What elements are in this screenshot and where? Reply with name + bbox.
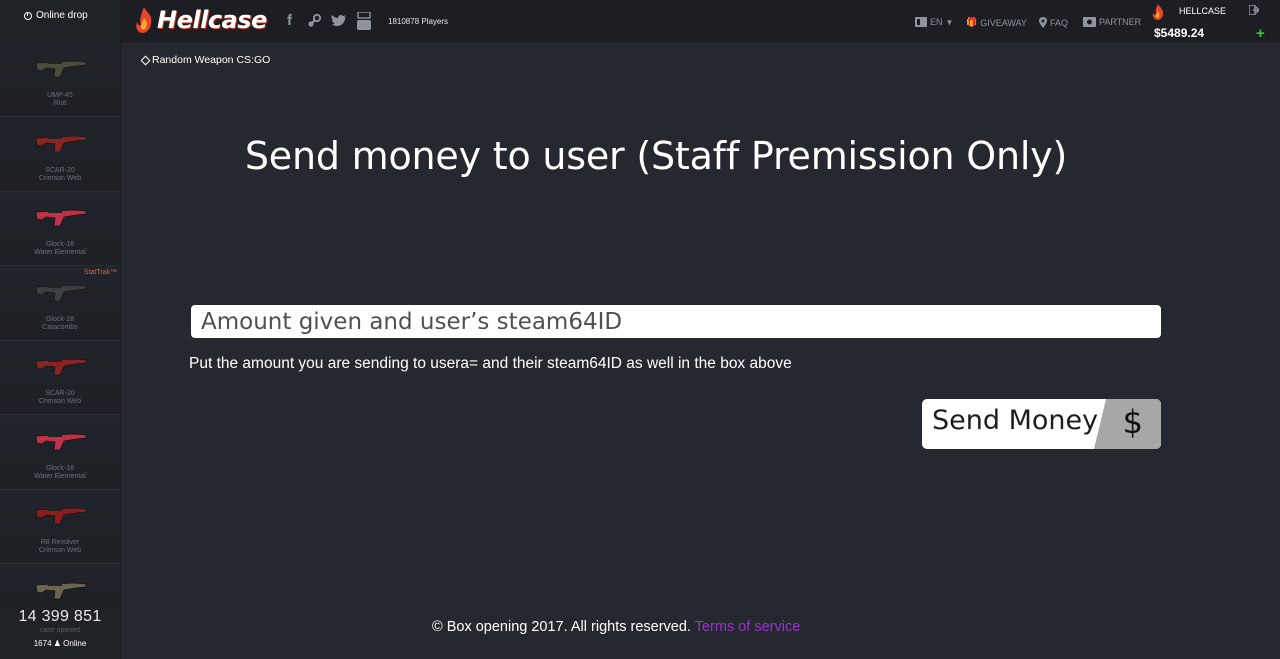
- weapon-name: SCAR-20: [45, 390, 75, 397]
- weapon-icon: [35, 60, 87, 78]
- weapon-icon: [35, 358, 87, 376]
- skin-name: Crimson Web: [38, 547, 82, 554]
- weapon-icon: [35, 284, 87, 301]
- drop-item[interactable]: SCAR-20 Crimson Web: [0, 117, 120, 192]
- drop-item[interactable]: UMP-45 Riot: [0, 43, 120, 117]
- cases-opened-count: 14 399 851: [18, 608, 102, 625]
- drop-item-name: SCAR-20 Crimson Web: [0, 167, 120, 183]
- online-drop-header: Online drop: [0, 0, 120, 43]
- twitter-icon[interactable]: [331, 14, 347, 28]
- steam-icon[interactable]: [306, 13, 322, 29]
- skin-name: Crimson Web: [38, 174, 82, 182]
- partner-icon: [1083, 17, 1096, 27]
- nav-faq-label: FAQ: [1050, 17, 1069, 28]
- language-icon: [915, 17, 927, 27]
- add-balance-button[interactable]: +: [1256, 25, 1265, 42]
- nav-giveaway-label: GIVEAWAY: [980, 17, 1027, 28]
- gift-icon: 🎁: [966, 17, 978, 27]
- amount-steamid-input[interactable]: [191, 305, 1161, 338]
- online-count: 1674: [33, 639, 52, 648]
- copyright-text: © Box opening 2017. All rights reserved.: [432, 619, 691, 635]
- weapon-icon: [35, 135, 87, 152]
- top-bar: Hellcase f 1810878 Players EN ▼ 🎁 GIVEAW…: [121, 0, 1280, 43]
- drop-item[interactable]: Glock-18 Water Elemental: [0, 192, 120, 266]
- nav-giveaway[interactable]: 🎁 GIVEAWAY: [966, 17, 1027, 28]
- diamond-icon: [140, 55, 151, 65]
- send-money-label: Send Money: [932, 405, 1099, 436]
- flame-icon: [136, 7, 152, 33]
- logout-icon[interactable]: [1249, 5, 1259, 15]
- cases-opened-label: case opened: [39, 627, 81, 634]
- skin-name: Riot: [53, 100, 67, 107]
- weapon-icon: [35, 582, 87, 599]
- helper-text: Put the amount you are sending to usera=…: [189, 355, 792, 372]
- weapon-icon: [35, 507, 87, 525]
- nav-partner[interactable]: PARTNER: [1083, 17, 1141, 27]
- drop-item-name: SCAR-20 Crimson Web: [0, 390, 120, 406]
- skin-name: Crimson Web: [38, 398, 82, 405]
- youtube-icon[interactable]: [357, 12, 371, 30]
- drop-item[interactable]: [0, 564, 120, 605]
- send-money-button[interactable]: Send Money $: [922, 399, 1161, 449]
- facebook-icon[interactable]: f: [287, 12, 292, 29]
- drop-item-name: UMP-45 Riot: [0, 92, 120, 108]
- hellcase-logo[interactable]: Hellcase: [133, 4, 281, 36]
- drop-item[interactable]: R8 Revolver Crimson Web: [0, 490, 120, 564]
- online-drop-title: Online drop: [36, 10, 88, 21]
- weapon-icon: [35, 209, 87, 227]
- nav-faq[interactable]: FAQ: [1039, 17, 1068, 28]
- user-profile[interactable]: HELLCASE $5489.24: [1151, 3, 1226, 40]
- drop-item[interactable]: Glock-18 Water Elemental: [0, 415, 120, 490]
- map-pin-icon: [1039, 17, 1047, 28]
- weapon-name: Glock-18: [45, 315, 74, 323]
- logo-text: Hellcase: [157, 6, 267, 34]
- online-label: Online: [63, 639, 87, 648]
- username: HELLCASE: [1179, 6, 1227, 16]
- nav-partner-label: PARTNER: [1099, 17, 1142, 27]
- breadcrumb-label: Random Weapon CS:GO: [152, 54, 271, 66]
- online-drop-sidebar: Online drop UMP-45 Riot SCAR-20 Crimson Web…: [0, 0, 121, 659]
- dollar-icon: $: [1122, 403, 1143, 441]
- stats-block: 14 399 851 case opened 1674 ♟ Online: [0, 604, 120, 659]
- drop-item-name: R8 Revolver Crimson Web: [0, 539, 120, 555]
- page-title: Send money to user (Staff Premission Onl…: [244, 134, 1068, 178]
- players-count: 1810878 Players: [388, 17, 449, 26]
- language-selector[interactable]: EN ▼: [915, 17, 953, 27]
- drop-item-name: Glock-18 Catacombs: [0, 316, 120, 332]
- footer: © Box opening 2017. All rights reserved.…: [432, 619, 800, 635]
- online-status: 1674 ♟ Online: [0, 639, 120, 648]
- stattrak-badge: StatTrak™: [83, 268, 117, 276]
- drop-item[interactable]: Glock-18 Catacombs StatTrak™: [0, 266, 120, 341]
- weapon-name: SCAR-20: [45, 166, 75, 174]
- breadcrumb[interactable]: Random Weapon CS:GO: [140, 54, 271, 66]
- balance: $5489.24: [1154, 26, 1205, 40]
- weapon-name: Glock-18: [45, 464, 74, 472]
- weapon-icon: [35, 433, 87, 450]
- drop-item-name: Glock-18 Water Elemental: [0, 241, 120, 257]
- weapon-name: UMP-45: [47, 92, 73, 99]
- skin-name: Water Elemental: [34, 249, 86, 256]
- drop-item-name: Glock-18 Water Elemental: [0, 465, 120, 481]
- weapon-name: R8 Revolver: [40, 539, 80, 546]
- terms-of-service-link[interactable]: Terms of service: [695, 619, 801, 635]
- user-icon: ♟: [53, 639, 61, 648]
- drop-item[interactable]: SCAR-20 Crimson Web: [0, 341, 120, 415]
- language-label: EN: [930, 17, 943, 27]
- chevron-down-icon: ▼: [945, 17, 954, 27]
- skin-name: Water Elemental: [34, 472, 86, 480]
- clock-icon: [24, 12, 32, 20]
- avatar: [1152, 4, 1164, 20]
- skin-name: Catacombs: [42, 323, 78, 331]
- weapon-name: Glock-18: [45, 241, 74, 248]
